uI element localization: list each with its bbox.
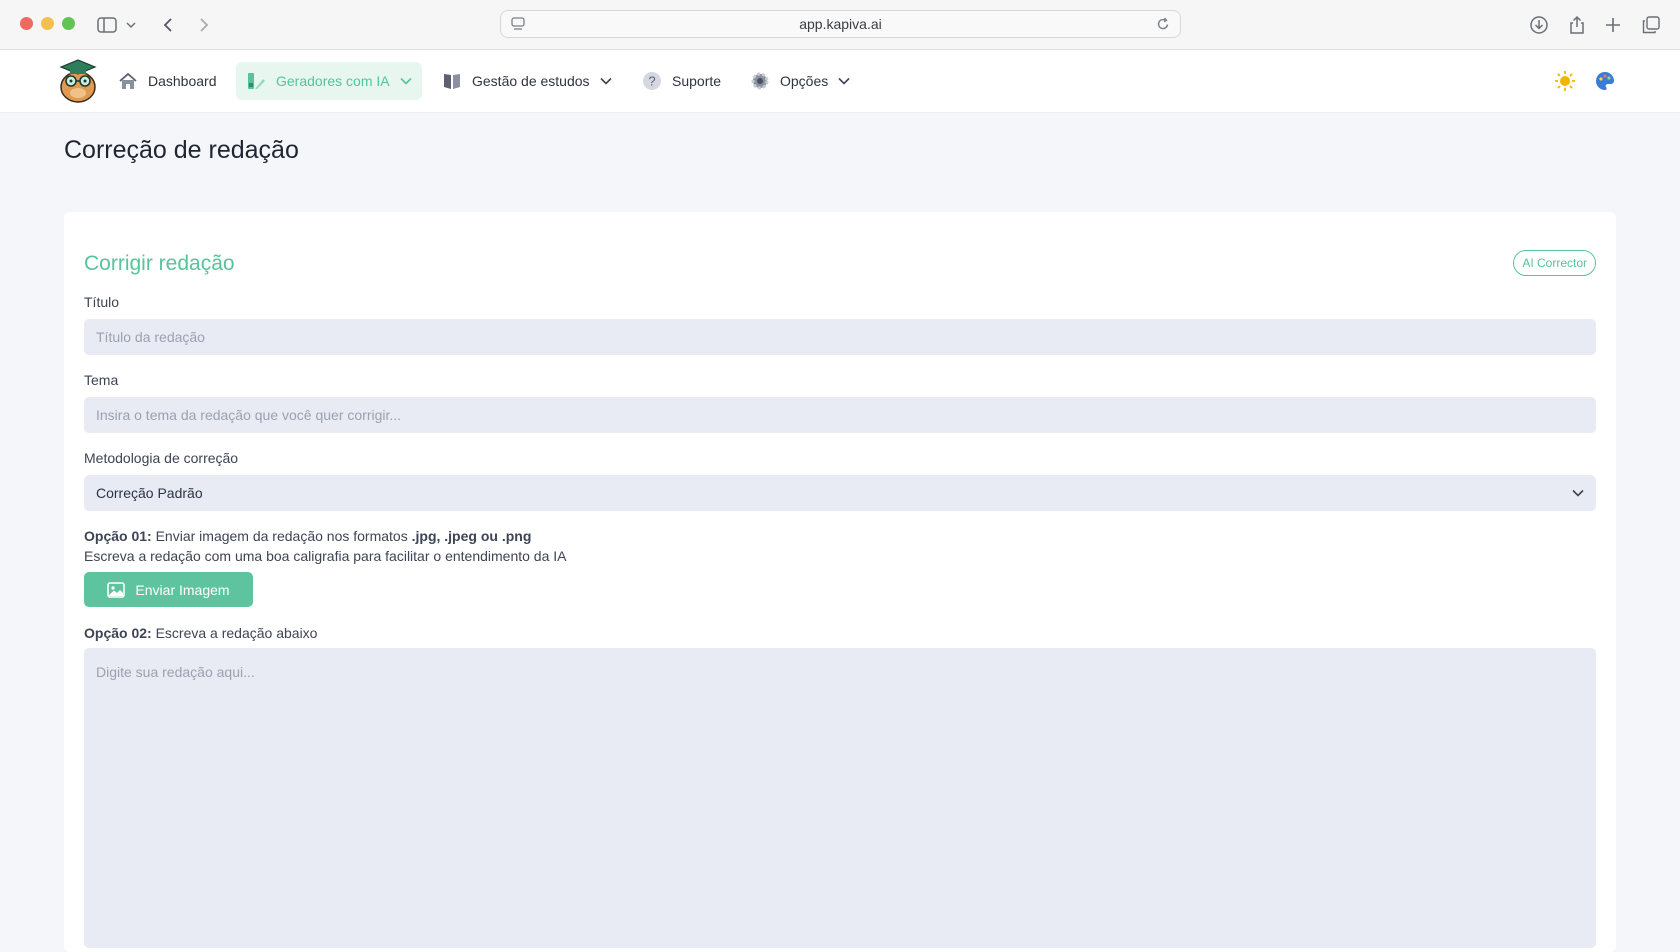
chevron-down-icon [1572,489,1584,497]
ai-generator-icon [248,73,265,89]
option2-prefix: Opção 02: [84,625,152,641]
nav-dashboard-label: Dashboard [148,73,217,89]
back-icon[interactable] [156,13,180,37]
book-icon [444,74,460,89]
nav-gestao-label: Gestão de estudos [472,73,590,89]
chevron-down-icon [599,77,612,85]
tema-label: Tema [84,372,119,388]
gear-icon [751,72,769,90]
essay-correction-card: Corrigir redação AI Corrector Título Tem… [64,212,1616,952]
titulo-label: Título [84,294,120,310]
app-navbar: Dashboard Geradores com IA Gestão de est… [0,50,1680,113]
browser-toolbar: app.kapiva.ai [0,0,1680,50]
metodologia-value: Correção Padrão [96,485,203,501]
option2-text: Escreva a redação abaixo [155,625,318,641]
sidebar-toggle-icon[interactable] [96,13,118,37]
option1-text: Enviar imagem da redação nos formatos [155,528,408,544]
option1-prefix: Opção 01: [84,528,152,544]
metodologia-select[interactable]: Correção Padrão [84,475,1596,511]
metodologia-label: Metodologia de correção [84,450,239,466]
address-bar[interactable]: app.kapiva.ai [500,10,1181,38]
nav-opcoes-label: Opções [780,73,829,89]
close-window-button[interactable] [20,17,33,30]
sun-icon[interactable] [1554,70,1576,92]
new-tab-icon[interactable] [1601,13,1625,37]
nav-gestao-estudos[interactable]: Gestão de estudos [432,62,622,100]
palette-icon[interactable] [1594,70,1616,92]
window-controls [20,17,75,30]
chevron-down-icon[interactable] [124,13,138,37]
nav-opcoes[interactable]: Opções [740,62,860,100]
forward-icon[interactable] [192,13,216,37]
upload-image-button[interactable]: Enviar Imagem [84,572,253,607]
tab-overview-icon[interactable] [1639,13,1663,37]
chevron-down-icon [400,77,412,85]
nav-geradores-label: Geradores com IA [276,73,390,89]
kapiva-logo[interactable] [58,57,98,103]
share-icon[interactable] [1565,13,1589,37]
reload-icon[interactable] [1156,16,1170,35]
page-title: Correção de redação [64,136,299,164]
nav-suporte-label: Suporte [672,73,722,89]
tema-input[interactable] [84,397,1596,433]
site-settings-icon[interactable] [511,16,525,35]
chevron-down-icon [838,77,850,85]
card-title: Corrigir redação [84,252,235,275]
option1-formats: .jpg, .jpeg ou .png [411,528,532,544]
download-icon[interactable] [1527,13,1551,37]
image-icon [107,581,126,598]
option1-line: Opção 01: Enviar imagem da redação nos f… [84,528,531,544]
titulo-input[interactable] [84,319,1596,355]
help-icon: ? [643,72,661,90]
nav-geradores-ia[interactable]: Geradores com IA [236,62,422,100]
svg-text:?: ? [648,74,655,89]
zoom-window-button[interactable] [62,17,75,30]
option1-hint: Escreva a redação com uma boa caligrafia… [84,548,567,564]
ai-corrector-badge: AI Corrector [1513,250,1596,276]
nav-suporte[interactable]: ? Suporte [632,62,731,100]
url-text: app.kapiva.ai [799,16,882,32]
home-icon [119,72,137,89]
minimize-window-button[interactable] [41,17,54,30]
option2-line: Opção 02: Escreva a redação abaixo [84,625,317,641]
essay-textarea[interactable] [84,648,1596,948]
upload-image-label: Enviar Imagem [135,581,230,598]
nav-dashboard[interactable]: Dashboard [108,62,227,100]
